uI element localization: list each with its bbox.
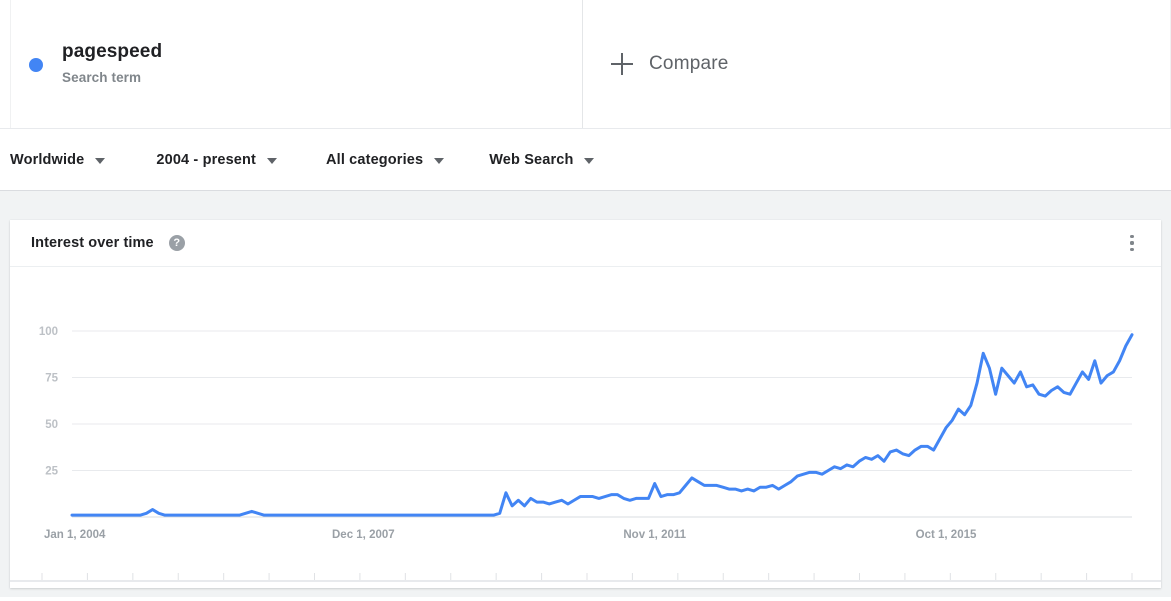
add-comparison-button[interactable]: Compare (583, 0, 1171, 128)
compare-label: Compare (649, 53, 729, 74)
filter-time-range-label: 2004 - present (156, 151, 257, 168)
kebab-dot (1130, 247, 1134, 251)
filter-category[interactable]: All categories (326, 151, 445, 168)
interest-over-time-chart[interactable]: 25 50 75 100 Jan 1, 2004 Dec 1, 2007 Nov 1, 20… (10, 267, 1161, 587)
chevron-down-icon (95, 157, 106, 164)
filter-location[interactable]: Worldwide (10, 151, 106, 168)
x-axis-tick-label: Oct 1, 2015 (916, 529, 977, 541)
y-axis-tick-label: 100 (39, 326, 58, 338)
kebab-dot (1130, 241, 1134, 245)
plus-icon (611, 53, 633, 75)
filter-search-type[interactable]: Web Search (489, 151, 595, 168)
filter-time-range[interactable]: 2004 - present (156, 151, 278, 168)
search-term-card[interactable]: pagespeed Search term (10, 0, 583, 128)
search-term-texts: pagespeed Search term (62, 40, 162, 88)
x-axis-tick-label: Nov 1, 2011 (623, 529, 686, 541)
chevron-down-icon (434, 157, 445, 164)
trend-line[interactable] (70, 333, 1134, 517)
filter-location-label: Worldwide (10, 151, 85, 168)
card-header: Interest over time ? (10, 220, 1161, 267)
page-body: Interest over time ? 25 50 75 100 Jan 1, 200… (0, 191, 1171, 597)
chevron-down-icon (584, 157, 595, 164)
chart-area[interactable]: 25 50 75 100 Jan 1, 2004 Dec 1, 2007 Nov 1, 20… (10, 267, 1161, 588)
page-title: Interest over time (31, 235, 154, 251)
kebab-dot (1130, 235, 1134, 239)
x-axis-tick-label: Jan 1, 2004 (44, 529, 106, 541)
y-axis-tick-label: 50 (45, 419, 58, 431)
filter-category-label: All categories (326, 151, 424, 168)
series-dot-icon (29, 58, 43, 72)
interest-over-time-card: Interest over time ? 25 50 75 100 Jan 1, 200… (10, 220, 1161, 588)
search-term-name: pagespeed (62, 41, 163, 62)
filter-bar: Worldwide 2004 - present All categories … (0, 128, 1171, 191)
more-options-icon[interactable] (1121, 232, 1143, 254)
x-axis-tick-label: Dec 1, 2007 (332, 529, 395, 541)
search-terms-row: pagespeed Search term Compare (0, 0, 1171, 128)
y-axis-tick-label: 25 (45, 466, 58, 478)
filter-search-type-label: Web Search (489, 151, 574, 168)
search-term-type: Search term (62, 70, 142, 85)
y-axis-tick-label: 75 (45, 373, 58, 385)
help-icon[interactable]: ? (168, 235, 185, 251)
chevron-down-icon (267, 157, 278, 164)
